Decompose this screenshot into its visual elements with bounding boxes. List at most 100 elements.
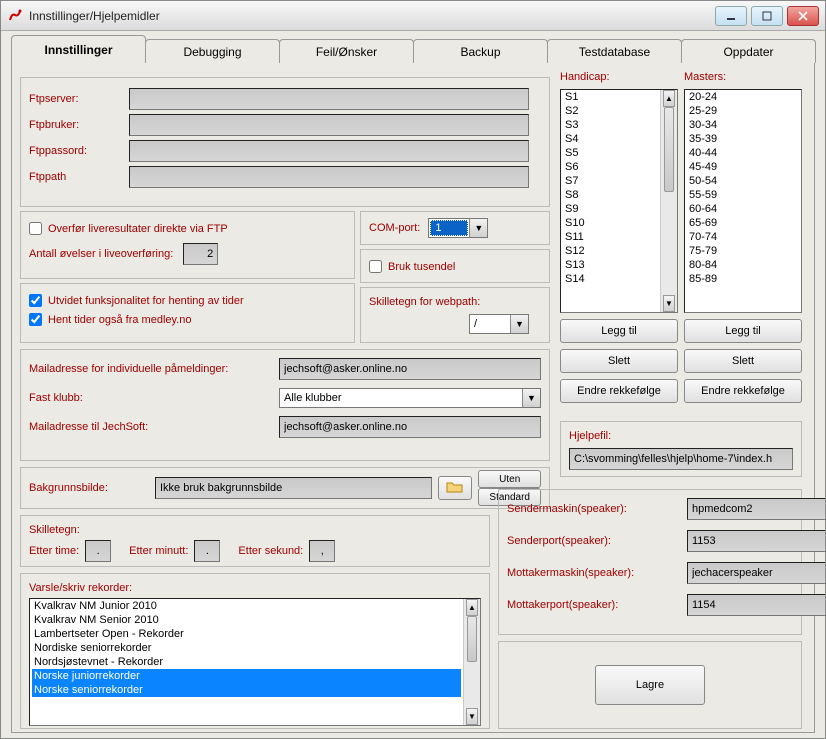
list-item[interactable]: S5 <box>563 146 658 160</box>
list-item[interactable]: S8 <box>563 188 658 202</box>
list-item[interactable]: Lambertseter Open - Rekorder <box>32 627 461 641</box>
list-item[interactable]: 85-89 <box>687 272 799 286</box>
list-item[interactable]: Norske juniorrekorder <box>32 669 461 683</box>
sendermaskin-input[interactable] <box>687 498 825 520</box>
list-item[interactable]: S7 <box>563 174 658 188</box>
minimize-button[interactable] <box>715 6 747 26</box>
list-item[interactable]: S14 <box>563 272 658 286</box>
scrollbar[interactable]: ▲ ▼ <box>463 599 480 725</box>
legg-til-handicap-button[interactable]: Legg til <box>560 319 678 343</box>
list-item[interactable]: S2 <box>563 104 658 118</box>
list-item[interactable]: S13 <box>563 258 658 272</box>
list-item[interactable]: S9 <box>563 202 658 216</box>
list-item[interactable]: 20-24 <box>687 90 799 104</box>
list-item[interactable]: 30-34 <box>687 118 799 132</box>
slett-handicap-button[interactable]: Slett <box>560 349 678 373</box>
list-item[interactable]: S1 <box>563 90 658 104</box>
hent-tider-checkbox[interactable] <box>29 313 42 326</box>
endre-rekke-handicap-button[interactable]: Endre rekkefølge <box>560 379 678 403</box>
list-item[interactable]: 45-49 <box>687 160 799 174</box>
mail-jech-label: Mailadresse til JechSoft: <box>29 421 279 433</box>
mottakerport-input[interactable] <box>687 594 825 616</box>
scroll-down-icon[interactable]: ▼ <box>663 295 675 312</box>
bakgrunn-input[interactable] <box>155 477 432 499</box>
maximize-button[interactable] <box>751 6 783 26</box>
comport-value: 1 <box>430 220 468 236</box>
list-item[interactable]: Kvalkrav NM Junior 2010 <box>32 599 461 613</box>
list-item[interactable]: S12 <box>563 244 658 258</box>
list-item[interactable]: 55-59 <box>687 188 799 202</box>
skilletegn-webpath-label: Skilletegn for webpath: <box>369 296 480 308</box>
sep-time-input[interactable] <box>85 540 111 562</box>
antall-ovelser-input[interactable] <box>183 243 218 265</box>
list-item[interactable]: S4 <box>563 132 658 146</box>
ftppath-input[interactable] <box>129 166 529 188</box>
uten-button[interactable]: Uten <box>478 470 541 488</box>
overfor-live-checkbox[interactable] <box>29 222 42 235</box>
list-item[interactable]: 70-74 <box>687 230 799 244</box>
tab-content: Ftpserver: Ftpbruker: Ftppassord: Ftppat… <box>11 63 815 733</box>
tab-backup[interactable]: Backup <box>413 39 548 63</box>
handicap-header: Handicap: <box>560 71 610 83</box>
tab-oppdater[interactable]: Oppdater <box>681 39 816 63</box>
mottakermaskin-input[interactable] <box>687 562 825 584</box>
bruk-tusendel-checkbox[interactable] <box>369 260 382 273</box>
list-item[interactable]: S11 <box>563 230 658 244</box>
tab-testdatabase[interactable]: Testdatabase <box>547 39 682 63</box>
comport-label: COM-port: <box>369 222 420 234</box>
hjelpefil-input[interactable] <box>569 448 793 470</box>
list-item[interactable]: Kvalkrav NM Senior 2010 <box>32 613 461 627</box>
endre-rekke-masters-button[interactable]: Endre rekkefølge <box>684 379 802 403</box>
list-item[interactable]: 50-54 <box>687 174 799 188</box>
ftppassord-input[interactable] <box>129 140 529 162</box>
mottakermaskin-label: Mottakermaskin(speaker): <box>507 567 687 579</box>
sendermaskin-label: Sendermaskin(speaker): <box>507 503 687 515</box>
legg-til-masters-button[interactable]: Legg til <box>684 319 802 343</box>
utvidet-label: Utvidet funksjonalitet for henting av ti… <box>48 295 244 307</box>
tab-innstillinger[interactable]: Innstillinger <box>11 35 146 63</box>
sep-min-input[interactable] <box>194 540 220 562</box>
lagre-button[interactable]: Lagre <box>595 665 705 705</box>
sep-sek-input[interactable] <box>309 540 335 562</box>
list-item[interactable]: S10 <box>563 216 658 230</box>
list-item[interactable]: Norske seniorrekorder <box>32 683 461 697</box>
list-item[interactable]: S6 <box>563 160 658 174</box>
handicap-list[interactable]: S1S2S3S4S5S6S7S8S9S10S11S12S13S14 ▲ ▼ <box>560 89 678 313</box>
masters-list[interactable]: 20-2425-2930-3435-3940-4445-4950-5455-59… <box>684 89 802 313</box>
comport-combo[interactable]: 1 ▼ <box>428 218 488 238</box>
ftpserver-input[interactable] <box>129 88 529 110</box>
tab-debugging[interactable]: Debugging <box>145 39 280 63</box>
list-item[interactable]: 35-39 <box>687 132 799 146</box>
mail-ind-input[interactable] <box>279 358 541 380</box>
list-item[interactable]: Nordsjøstevnet - Rekorder <box>32 655 461 669</box>
slett-masters-button[interactable]: Slett <box>684 349 802 373</box>
rekorder-list[interactable]: Kvalkrav NM Junior 2010 Kvalkrav NM Seni… <box>29 598 481 726</box>
overfor-live-label: Overfør liveresultater direkte via FTP <box>48 223 228 235</box>
fast-klubb-combo[interactable]: Alle klubber ▼ <box>279 388 541 408</box>
chevron-down-icon: ▼ <box>522 389 540 407</box>
browse-button[interactable] <box>438 476 472 500</box>
utvidet-checkbox[interactable] <box>29 294 42 307</box>
ftpbruker-input[interactable] <box>129 114 529 136</box>
mottakerport-label: Mottakerport(speaker): <box>507 599 687 611</box>
scrollbar[interactable]: ▲ ▼ <box>660 90 677 312</box>
list-item[interactable]: Nordiske seniorrekorder <box>32 641 461 655</box>
close-button[interactable] <box>787 6 819 26</box>
chevron-down-icon: ▼ <box>510 315 528 333</box>
list-item[interactable]: 80-84 <box>687 258 799 272</box>
scroll-up-icon[interactable]: ▲ <box>663 90 675 107</box>
list-item[interactable]: 75-79 <box>687 244 799 258</box>
scroll-up-icon[interactable]: ▲ <box>466 599 478 616</box>
list-item[interactable]: 65-69 <box>687 216 799 230</box>
mail-jech-input[interactable] <box>279 416 541 438</box>
scroll-down-icon[interactable]: ▼ <box>466 708 478 725</box>
list-item[interactable]: S3 <box>563 118 658 132</box>
tab-feil-onsker[interactable]: Feil/Ønsker <box>279 39 414 63</box>
skilletegn-webpath-combo[interactable]: / ▼ <box>469 314 529 334</box>
senderport-input[interactable] <box>687 530 825 552</box>
app-icon <box>7 8 23 24</box>
list-item[interactable]: 25-29 <box>687 104 799 118</box>
list-item[interactable]: 40-44 <box>687 146 799 160</box>
senderport-label: Senderport(speaker): <box>507 535 687 547</box>
list-item[interactable]: 60-64 <box>687 202 799 216</box>
